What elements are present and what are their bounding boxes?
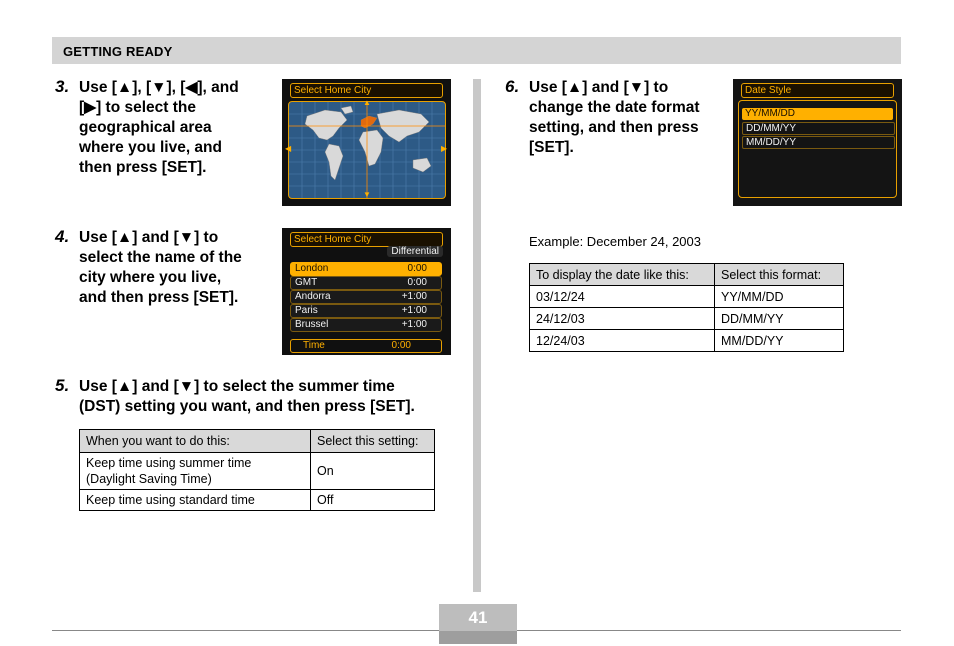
table-header-row: To display the date like this: Select th… <box>529 263 844 286</box>
table-cell: 03/12/24 <box>529 285 715 308</box>
table-cell: DD/MM/YY <box>714 307 844 330</box>
city-row: Brussel +1:00 <box>290 318 442 332</box>
step-6-number: 6. <box>505 77 520 96</box>
time-value: 0:00 <box>391 340 411 351</box>
table-row: 24/12/03 DD/MM/YY <box>529 307 844 330</box>
world-map <box>288 101 446 199</box>
table-header-cell: To display the date like this: <box>529 263 715 286</box>
table-row: Keep time using standard time Off <box>79 489 435 511</box>
city-row: Andorra +1:00 <box>290 290 442 304</box>
step-3-number: 3. <box>55 77 70 96</box>
step-3-text: Use [▲], [▼], [◀], and [▶] to select the… <box>79 79 239 176</box>
dst-table: When you want to do this: Select this se… <box>79 429 435 511</box>
arrow-up-icon: ▲ <box>363 98 371 107</box>
lcd-date-title: Date Style <box>741 83 894 98</box>
world-map-icon <box>289 102 445 198</box>
step-6-text: Use [▲] and [▼] to change the date forma… <box>529 79 700 156</box>
step-4-text: Use [▲] and [▼] to select the name of th… <box>79 229 242 306</box>
table-cell: 12/24/03 <box>529 329 715 352</box>
city-row: London 0:00 <box>290 262 442 276</box>
step-4-number: 4. <box>55 227 70 246</box>
table-cell: On <box>310 452 435 490</box>
table-cell: 24/12/03 <box>529 307 715 330</box>
table-cell: Keep time using standard time <box>79 489 311 511</box>
city-row: GMT 0:00 <box>290 276 442 290</box>
page-number-box: 41 <box>439 604 517 644</box>
date-options-panel: YY/MM/DD DD/MM/YY MM/DD/YY <box>738 100 897 198</box>
arrow-right-icon: ▶ <box>441 144 448 153</box>
date-option: DD/MM/YY <box>742 122 895 135</box>
time-label: Time <box>303 340 325 351</box>
lcd-city-title: Select Home City <box>290 232 443 247</box>
table-header-cell: Select this format: <box>714 263 844 286</box>
page-number-band <box>439 631 517 644</box>
arrow-left-icon: ◀ <box>285 144 292 153</box>
table-row: Keep time using summer time (Daylight Sa… <box>79 452 435 490</box>
lcd-map-screen: Select Home City ▲ ▼ ◀ ▶ <box>282 79 451 206</box>
section-header: GETTING READY <box>52 37 901 64</box>
section-title: GETTING READY <box>63 44 173 59</box>
table-cell: YY/MM/DD <box>714 285 844 308</box>
example-text: Example: December 24, 2003 <box>529 234 701 249</box>
table-row: 03/12/24 YY/MM/DD <box>529 285 844 308</box>
arrow-down-icon: ▼ <box>363 190 371 199</box>
table-cell: Keep time using summer time (Daylight Sa… <box>79 452 311 490</box>
lcd-map-title: Select Home City <box>290 83 443 98</box>
page-number: 41 <box>468 608 488 627</box>
table-header-cell: When you want to do this: <box>79 429 311 453</box>
column-divider <box>473 79 481 592</box>
city-row: Paris +1:00 <box>290 304 442 318</box>
step-5-text: Use [▲] and [▼] to select the summer tim… <box>79 378 415 415</box>
lcd-date-screen: Date Style YY/MM/DD DD/MM/YY MM/DD/YY <box>733 79 902 206</box>
table-header-row: When you want to do this: Select this se… <box>79 429 435 453</box>
table-cell: MM/DD/YY <box>714 329 844 352</box>
date-format-table: To display the date like this: Select th… <box>529 263 844 352</box>
lcd-city-screen: Select Home City Differential London 0:00… <box>282 228 451 355</box>
step-5-number: 5. <box>55 376 70 395</box>
table-cell: Off <box>310 489 435 511</box>
table-row: 12/24/03 MM/DD/YY <box>529 329 844 352</box>
date-option: MM/DD/YY <box>742 136 895 149</box>
time-footer: Time 0:00 <box>290 339 442 353</box>
differential-label: Differential <box>387 246 443 257</box>
date-option-selected: YY/MM/DD <box>742 108 893 120</box>
table-header-cell: Select this setting: <box>310 429 435 453</box>
